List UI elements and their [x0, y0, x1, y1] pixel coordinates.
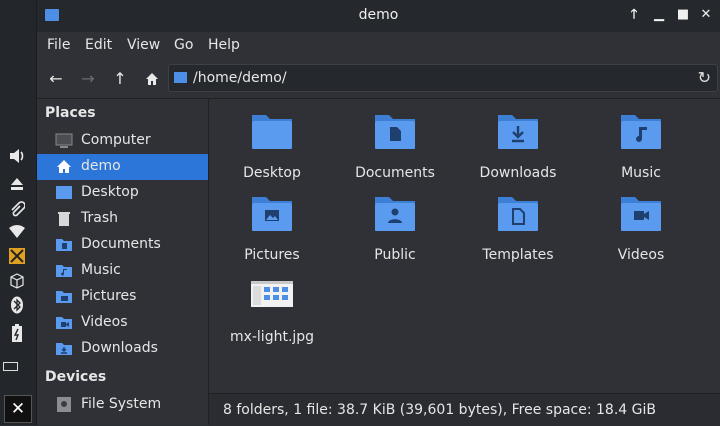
desktop-folder-icon — [56, 186, 72, 199]
menu-view[interactable]: View — [127, 37, 160, 53]
battery-icon[interactable] — [6, 323, 28, 343]
file-label: Desktop — [243, 165, 301, 181]
templates-folder-icon — [498, 197, 538, 231]
wifi-icon[interactable] — [6, 222, 28, 242]
keep-above-icon[interactable]: 🡑 — [625, 6, 643, 24]
sidebar-item-trash[interactable]: Trash — [37, 206, 208, 232]
file-item-documents[interactable]: Documents — [340, 111, 450, 181]
file-label: Public — [374, 247, 416, 263]
file-item-videos[interactable]: Videos — [586, 193, 696, 263]
places-heading: Places — [45, 105, 96, 121]
computer-icon — [55, 133, 73, 148]
bluetooth-icon[interactable] — [6, 295, 28, 315]
status-bar: 8 folders, 1 file: 38.7 KiB (39,601 byte… — [209, 393, 720, 426]
menu-go[interactable]: Go — [174, 37, 193, 53]
sidebar-item-label: Videos — [81, 314, 128, 330]
window-title: demo — [358, 7, 399, 23]
videos-folder-icon — [56, 317, 72, 329]
file-item-pictures[interactable]: Pictures — [217, 193, 327, 263]
pictures-folder-icon — [252, 197, 292, 231]
music-folder-icon — [56, 265, 72, 277]
sidebar-item-downloads[interactable]: Downloads — [37, 336, 208, 362]
sidebar-item-file-system[interactable]: File System — [37, 392, 208, 418]
toolbar: ← → ↑ /home/demo/ ↻ — [37, 60, 720, 99]
file-label: Documents — [355, 165, 435, 181]
downloads-folder-icon — [56, 343, 72, 355]
title-bar: demo 🡑 ▁ ■ ✕ — [37, 0, 720, 32]
menu-edit[interactable]: Edit — [85, 37, 112, 53]
file-label: mx-light.jpg — [229, 329, 315, 345]
file-item-public[interactable]: Public — [340, 193, 450, 263]
file-label: Pictures — [244, 247, 300, 263]
documents-folder-icon — [375, 115, 415, 149]
sidebar: Places Computer demo Desktop Trash Docum… — [37, 99, 209, 425]
trash-icon — [58, 212, 70, 226]
back-button[interactable]: ← — [45, 68, 67, 90]
file-item-templates[interactable]: Templates — [463, 193, 573, 263]
sidebar-item-computer[interactable]: Computer — [37, 128, 208, 154]
file-item-mx-light[interactable]: mx-light.jpg — [217, 275, 327, 345]
file-item-desktop[interactable]: Desktop — [217, 111, 327, 181]
package-icon[interactable] — [6, 271, 28, 291]
file-item-downloads[interactable]: Downloads — [463, 111, 573, 181]
devices-heading: Devices — [45, 369, 107, 385]
downloads-folder-icon — [498, 115, 538, 149]
file-manager-window: demo 🡑 ▁ ■ ✕ File Edit View Go Help ← → … — [37, 0, 720, 426]
sidebar-item-desktop[interactable]: Desktop — [37, 180, 208, 206]
volume-icon[interactable] — [6, 146, 28, 166]
sidebar-item-music[interactable]: Music — [37, 258, 208, 284]
sidebar-item-label: Documents — [81, 236, 161, 252]
menu-file[interactable]: File — [47, 37, 70, 53]
documents-folder-icon — [56, 239, 72, 251]
sidebar-item-label: demo — [81, 158, 121, 174]
close-button[interactable]: ✕ — [697, 6, 715, 24]
location-bar[interactable]: /home/demo/ ↻ — [168, 64, 718, 92]
sidebar-item-label: Pictures — [81, 288, 137, 304]
menu-help[interactable]: Help — [208, 37, 240, 53]
sidebar-item-label: Desktop — [81, 184, 139, 200]
sidebar-item-pictures[interactable]: Pictures — [37, 284, 208, 310]
sidebar-item-label: Computer — [81, 132, 151, 148]
music-folder-icon — [621, 115, 661, 149]
home-button[interactable] — [141, 68, 163, 90]
reload-icon[interactable]: ↻ — [698, 68, 711, 87]
videos-folder-icon — [621, 197, 661, 231]
sidebar-item-label: File System — [81, 396, 162, 412]
maximize-button[interactable]: ■ — [674, 6, 692, 24]
file-item-music[interactable]: Music — [586, 111, 696, 181]
path-folder-icon — [174, 72, 187, 83]
drive-icon — [57, 397, 71, 412]
sidebar-item-label: Trash — [81, 210, 118, 226]
file-label: Videos — [617, 247, 665, 263]
workspace-icon[interactable] — [3, 362, 18, 371]
menu-bar: File Edit View Go Help — [37, 32, 720, 60]
mx-logo-icon[interactable]: ✕ — [4, 395, 32, 423]
home-icon — [57, 160, 71, 173]
status-text: 8 folders, 1 file: 38.7 KiB (39,601 byte… — [223, 402, 656, 418]
desktop-folder-icon — [252, 115, 292, 149]
file-label: Music — [621, 165, 661, 181]
app-launcher-icon[interactable] — [6, 246, 28, 266]
forward-button[interactable]: → — [77, 68, 99, 90]
sidebar-item-label: Downloads — [81, 340, 158, 356]
sidebar-item-label: Music — [81, 262, 121, 278]
paperclip-icon[interactable] — [6, 200, 28, 220]
minimize-button[interactable]: ▁ — [650, 6, 668, 24]
up-button[interactable]: ↑ — [109, 68, 131, 90]
sidebar-item-demo[interactable]: demo — [37, 154, 208, 180]
image-thumbnail-icon — [251, 281, 293, 307]
eject-icon[interactable] — [6, 174, 28, 194]
file-label: Templates — [482, 247, 554, 263]
file-label: Downloads — [479, 165, 557, 181]
path-text[interactable]: /home/demo/ — [193, 70, 287, 86]
pictures-folder-icon — [56, 291, 72, 303]
taskbar: ✕ — [0, 0, 37, 425]
public-folder-icon — [375, 197, 415, 231]
sidebar-item-videos[interactable]: Videos — [37, 310, 208, 336]
sidebar-item-documents[interactable]: Documents — [37, 232, 208, 258]
file-view: Desktop Documents Downloads Music Pictur… — [209, 99, 720, 393]
